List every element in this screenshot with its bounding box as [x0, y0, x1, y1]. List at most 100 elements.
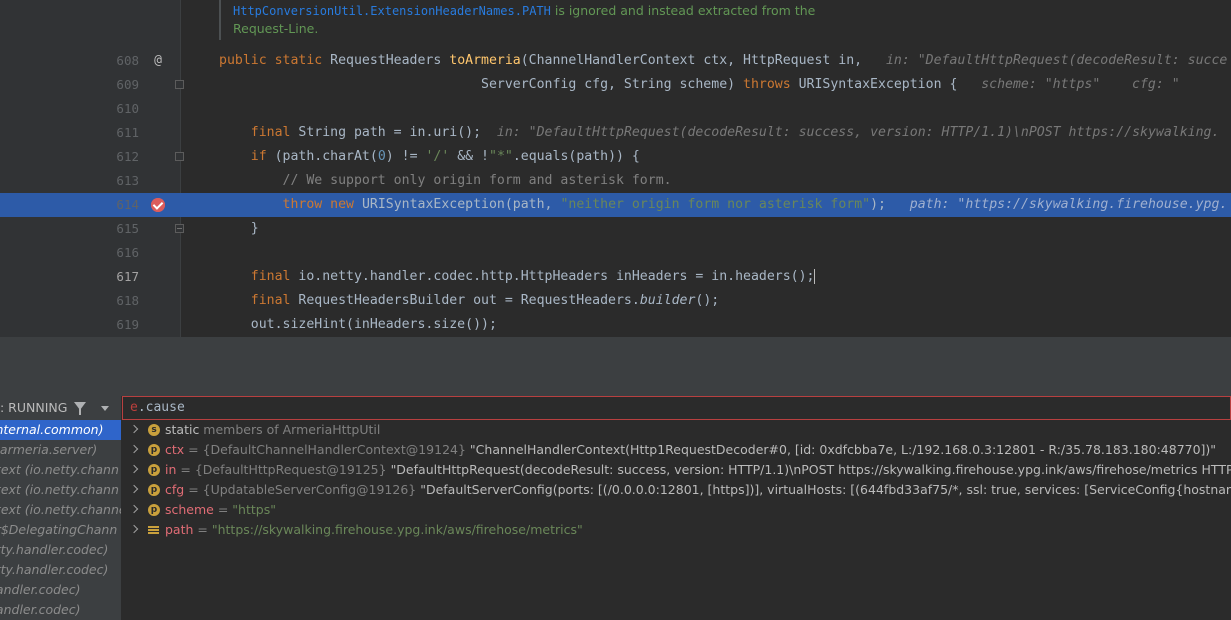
- panel-divider[interactable]: [0, 337, 1231, 396]
- line-number[interactable]: 614: [101, 193, 139, 217]
- annotation-at-icon[interactable]: @: [151, 53, 165, 69]
- parameter-icon: p: [148, 484, 160, 496]
- stack-frame-item[interactable]: handler.codec): [0, 580, 121, 600]
- variable-row[interactable]: p scheme = "https": [122, 500, 1231, 520]
- variable-type: = {UpdatableServerConfig@19126}: [184, 482, 421, 497]
- variable-name: in: [165, 462, 177, 477]
- chevron-down-icon[interactable]: [101, 406, 109, 411]
- stack-frame-item[interactable]: etty.handler.codec): [0, 540, 121, 560]
- expression-text: .cause: [137, 400, 185, 415]
- code-token: if: [250, 149, 275, 164]
- line-number[interactable]: 619: [101, 313, 139, 337]
- code-line[interactable]: 608 @ public static RequestHeaders toArmer…: [0, 49, 1231, 73]
- code-line[interactable]: 610: [0, 97, 1231, 121]
- fold-marker-icon[interactable]: [175, 80, 184, 89]
- chevron-right-icon[interactable]: [129, 464, 139, 474]
- code-token: final: [250, 293, 299, 308]
- code-token: );: [870, 197, 902, 212]
- code-token: // We support only origin form and aster…: [282, 173, 672, 188]
- code-line[interactable]: 612 if (path.charAt(0) != '/' && !"*".eq…: [0, 145, 1231, 169]
- code-line[interactable]: 613 // We support only origin form and a…: [0, 169, 1231, 193]
- chevron-right-icon[interactable]: [129, 424, 139, 434]
- code-line[interactable]: 618 final RequestHeadersBuilder out = Re…: [0, 289, 1231, 313]
- inline-value-hint: path: "https://skywalking.firehouse.ypg.: [901, 197, 1228, 212]
- code-text: public static RequestHeaders toArmeria(C…: [219, 49, 1227, 73]
- code-editor[interactable]: HttpConversionUtil.ExtensionHeaderNames.…: [0, 0, 1231, 337]
- line-number[interactable]: 611: [101, 121, 139, 145]
- line-number[interactable]: 615: [101, 217, 139, 241]
- code-line[interactable]: 619 out.sizeHint(inHeaders.size());: [0, 313, 1231, 337]
- code-line[interactable]: 617 final io.netty.handler.codec.http.Ht…: [0, 265, 1231, 289]
- code-text: final RequestHeadersBuilder out = Reques…: [219, 289, 719, 313]
- variable-name: cfg: [165, 482, 185, 497]
- javadoc-link[interactable]: HttpConversionUtil.ExtensionHeaderNames.…: [233, 4, 551, 18]
- line-number[interactable]: 616: [101, 241, 139, 265]
- static-icon: s: [148, 424, 160, 436]
- variable-text: static members of ArmeriaHttpUtil: [165, 420, 380, 440]
- stack-frame-item[interactable]: p.armeria.server): [0, 440, 121, 460]
- variable-row[interactable]: p ctx = {DefaultChannelHandlerContext@191…: [122, 440, 1231, 460]
- code-token: ) !=: [385, 149, 426, 164]
- line-number[interactable]: 618: [101, 289, 139, 313]
- code-token: throw new: [282, 197, 362, 212]
- code-token: ServerConfig cfg, String scheme): [219, 77, 744, 92]
- code-token: && !: [449, 149, 489, 164]
- line-number[interactable]: 608: [101, 49, 139, 73]
- parameter-icon: p: [148, 464, 160, 476]
- code-token: builder: [639, 293, 696, 308]
- chevron-right-icon[interactable]: [129, 444, 139, 454]
- code-line[interactable]: 615 }: [0, 217, 1231, 241]
- code-token: URISyntaxException(path,: [361, 197, 561, 212]
- code-text: ServerConfig cfg, String scheme) throws …: [219, 73, 1180, 97]
- code-token: String path = in.uri();: [298, 125, 497, 140]
- breakpoint-icon[interactable]: [151, 198, 165, 212]
- code-token: RequestHeaders: [330, 53, 450, 68]
- code-token: io.netty.handler.codec.http.HttpHeaders …: [298, 269, 815, 284]
- stack-frame-item[interactable]: ntext (io.netty.chann: [0, 480, 121, 500]
- stack-frame-item[interactable]: ntext (io.netty.channel): [0, 500, 121, 520]
- variables-tree: s static members of ArmeriaHttpUtil p ctx =…: [122, 420, 1231, 540]
- code-token: RequestHeadersBuilder out = RequestHeade…: [298, 293, 640, 308]
- variable-name: ctx: [165, 442, 185, 457]
- variable-row[interactable]: p in = {DefaultHttpRequest@19125} "Defaul…: [122, 460, 1231, 480]
- code-token: final: [250, 125, 299, 140]
- variable-value: "DefaultHttpRequest(decodeResult: succes…: [390, 462, 1231, 477]
- expression-error-token: e: [130, 400, 138, 415]
- code-text: out.sizeHint(inHeaders.size());: [219, 313, 497, 337]
- debugger-frames-panel: : RUNNING .internal.common)p.armeria.ser…: [0, 396, 122, 620]
- chevron-right-icon[interactable]: [129, 524, 139, 534]
- code-line[interactable]: 609 ServerConfig cfg, String scheme) thr…: [0, 73, 1231, 97]
- inline-value-hint: in: "DefaultHttpRequest(decodeResult: su…: [878, 53, 1228, 68]
- fold-marker-icon[interactable]: [175, 152, 184, 161]
- stack-frame-item[interactable]: er$DelegatingChann: [0, 520, 121, 540]
- variable-row[interactable]: path = "https://skywalking.firehouse.ypg…: [122, 520, 1231, 540]
- stack-frame-item[interactable]: ntext (io.netty.chann: [0, 460, 121, 480]
- line-number[interactable]: 610: [101, 97, 139, 121]
- chevron-right-icon[interactable]: [129, 504, 139, 514]
- code-line[interactable]: 611 final String path = in.uri(); in: "D…: [0, 121, 1231, 145]
- line-number[interactable]: 609: [101, 73, 139, 97]
- javadoc-text: is ignored and instead extracted from th…: [550, 3, 816, 18]
- filter-icon[interactable]: [74, 402, 86, 415]
- evaluate-expression-input[interactable]: e.cause: [122, 396, 1231, 420]
- line-number[interactable]: 613: [101, 169, 139, 193]
- thread-selector[interactable]: : RUNNING: [0, 396, 121, 420]
- line-number[interactable]: 612: [101, 145, 139, 169]
- stack-frame-item[interactable]: etty.handler.codec): [0, 560, 121, 580]
- code-token: '/': [425, 149, 450, 164]
- field-list-icon: [148, 524, 160, 536]
- stack-frame-item[interactable]: .internal.common): [0, 420, 121, 440]
- fold-marker-icon[interactable]: [175, 224, 184, 233]
- code-line[interactable]: 614 throw new URISyntaxException(path, "…: [0, 193, 1231, 217]
- code-token: public static: [219, 53, 331, 68]
- variable-text: scheme = "https": [165, 500, 276, 520]
- line-number[interactable]: 617: [101, 265, 139, 289]
- chevron-right-icon[interactable]: [129, 484, 139, 494]
- stack-frame-item[interactable]: handler.codec): [0, 600, 121, 620]
- variable-row[interactable]: p cfg = {UpdatableServerConfig@19126} "De…: [122, 480, 1231, 500]
- thread-status: : RUNNING: [0, 400, 68, 415]
- code-line[interactable]: 616: [0, 241, 1231, 265]
- variable-row[interactable]: s static members of ArmeriaHttpUtil: [122, 420, 1231, 440]
